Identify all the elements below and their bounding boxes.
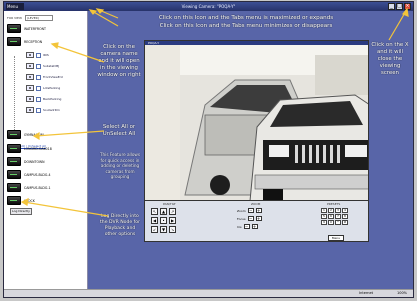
status-zoom[interactable]: 100%	[397, 290, 407, 297]
screenshot-frame: Menu Viewing Camera: "POQA-Y" _ □ × FOR …	[0, 0, 417, 301]
annotation-arrows	[20, 7, 409, 217]
status-internet: Internet	[359, 291, 373, 295]
app-window: Menu Viewing Camera: "POQA-Y" _ □ × FOR …	[3, 1, 414, 298]
status-bar: Internet 100%	[4, 289, 413, 297]
